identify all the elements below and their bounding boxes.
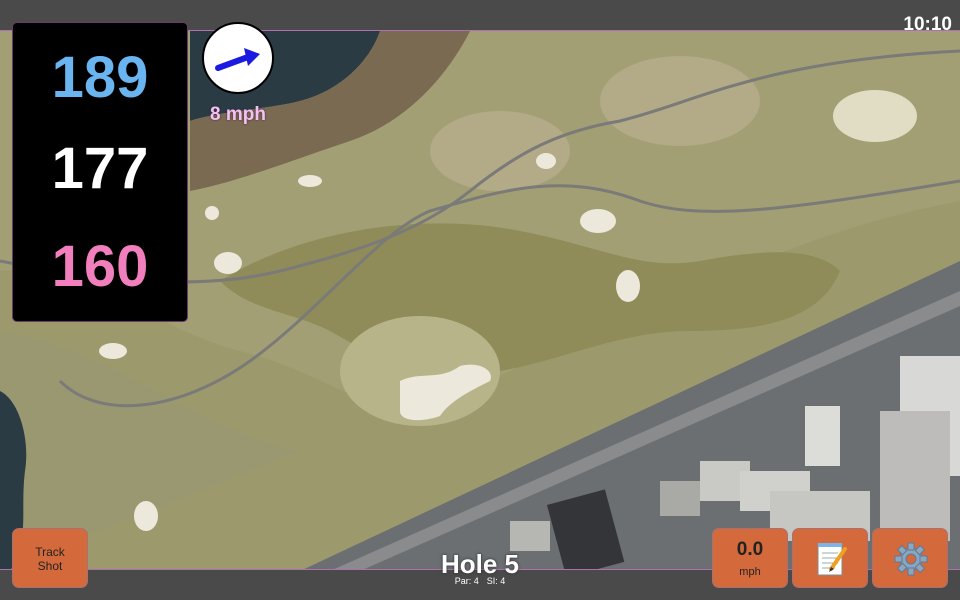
notepad-icon bbox=[817, 543, 847, 576]
hole-stroke-index: SI: 4 bbox=[486, 576, 506, 586]
distance-back: 189 bbox=[51, 45, 149, 110]
wind-speed-button[interactable]: 0.0 mph bbox=[712, 528, 788, 588]
hole-info: Hole 5 Par: 4 SI: 4 bbox=[380, 549, 580, 586]
wind-button-unit: mph bbox=[739, 566, 761, 578]
hole-par: Par: 4 bbox=[454, 576, 479, 586]
arrow-icon bbox=[215, 48, 260, 71]
track-shot-label: Track Shot bbox=[35, 545, 65, 573]
distance-middle: 177 bbox=[51, 136, 149, 201]
distance-panel: 189 177 160 bbox=[12, 22, 188, 322]
settings-button[interactable] bbox=[872, 528, 948, 588]
wind-indicator bbox=[202, 22, 274, 94]
track-shot-button[interactable]: Track Shot bbox=[12, 528, 88, 588]
gear-icon bbox=[894, 542, 928, 576]
notes-button[interactable] bbox=[792, 528, 868, 588]
wind-button-value: 0.0 bbox=[736, 539, 764, 560]
distance-front: 160 bbox=[51, 234, 149, 299]
wind-speed: 8 mph bbox=[210, 104, 266, 125]
hole-title: Hole 5 bbox=[440, 549, 520, 579]
status-time: 10:10 bbox=[903, 14, 952, 35]
